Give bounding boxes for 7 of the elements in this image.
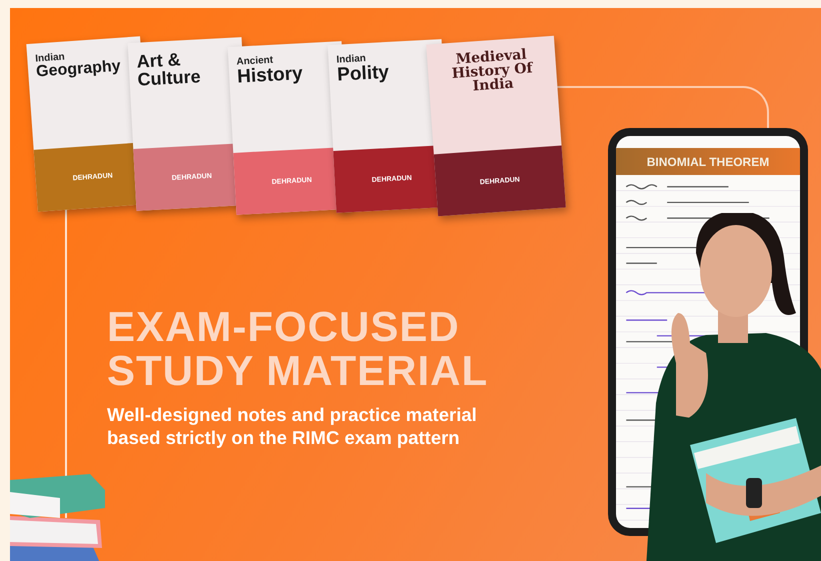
notes-header: BINOMIAL THEOREM (616, 148, 800, 175)
subtitle: Well-designed notes and practice material based strictly on the RIMC exam pattern (107, 403, 478, 449)
book-series: Indian (34, 50, 66, 65)
book-title: Art & Culture (136, 48, 202, 89)
book-title: Medieval History Of India (450, 46, 534, 96)
headline: EXAM-FOCUSED (107, 305, 461, 349)
headline: STUDY MATERIAL (107, 349, 490, 393)
